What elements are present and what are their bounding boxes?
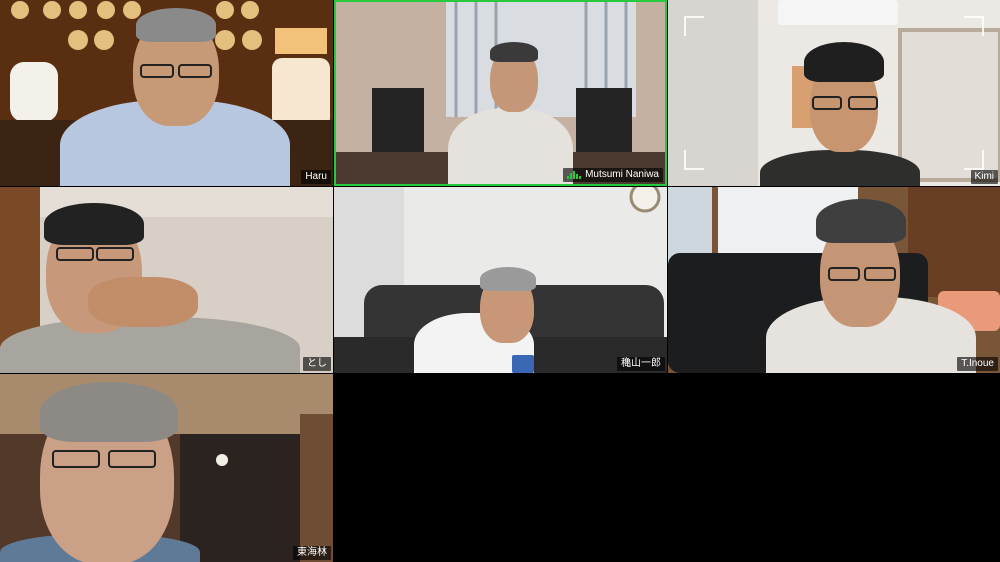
video-tile-kimi[interactable]: Kimi (668, 0, 1000, 186)
participant-name-tag: T.Inoue (957, 357, 998, 371)
video-feed (0, 374, 333, 562)
video-feed (0, 187, 333, 373)
participant-name-tag: とし (303, 357, 331, 371)
video-tile-haru[interactable]: Haru (0, 0, 333, 186)
participant-name: T.Inoue (961, 358, 994, 369)
participant-name: とし (307, 358, 327, 369)
video-feed (0, 0, 333, 186)
video-tile-mutsumi-naniwa[interactable]: Mutsumi Naniwa (334, 0, 667, 186)
video-tile-toshi[interactable]: とし (0, 187, 333, 373)
video-tile-t-inoue[interactable]: T.Inoue (668, 187, 1000, 373)
video-tile-shoji[interactable]: 東海林 (0, 374, 333, 562)
participant-name-tag: Mutsumi Naniwa (563, 168, 663, 182)
cup (512, 355, 534, 373)
participant-name: 穐山一郎 (621, 358, 661, 369)
participant-name: Mutsumi Naniwa (585, 169, 659, 180)
audio-level-icon (567, 171, 582, 179)
focus-frame-corner (964, 150, 984, 170)
participant-name: 東海林 (297, 547, 327, 558)
focus-frame-corner (964, 16, 984, 36)
focus-frame-corner (684, 150, 704, 170)
focus-frame-corner (684, 16, 704, 36)
video-tile-akiyama-ichiro[interactable]: 穐山一郎 (334, 187, 667, 373)
participant-name-tag: 東海林 (293, 546, 331, 560)
participant-name: Haru (305, 171, 327, 182)
video-feed (668, 0, 1000, 186)
participant-name-tag: 穐山一郎 (617, 357, 665, 371)
participant-hand (88, 277, 198, 327)
video-feed (668, 187, 1000, 373)
video-feed (334, 187, 667, 373)
participant-name: Kimi (974, 171, 994, 182)
participant-name-tag: Haru (301, 170, 331, 184)
video-feed (336, 2, 665, 184)
participant-name-tag: Kimi (970, 170, 998, 184)
